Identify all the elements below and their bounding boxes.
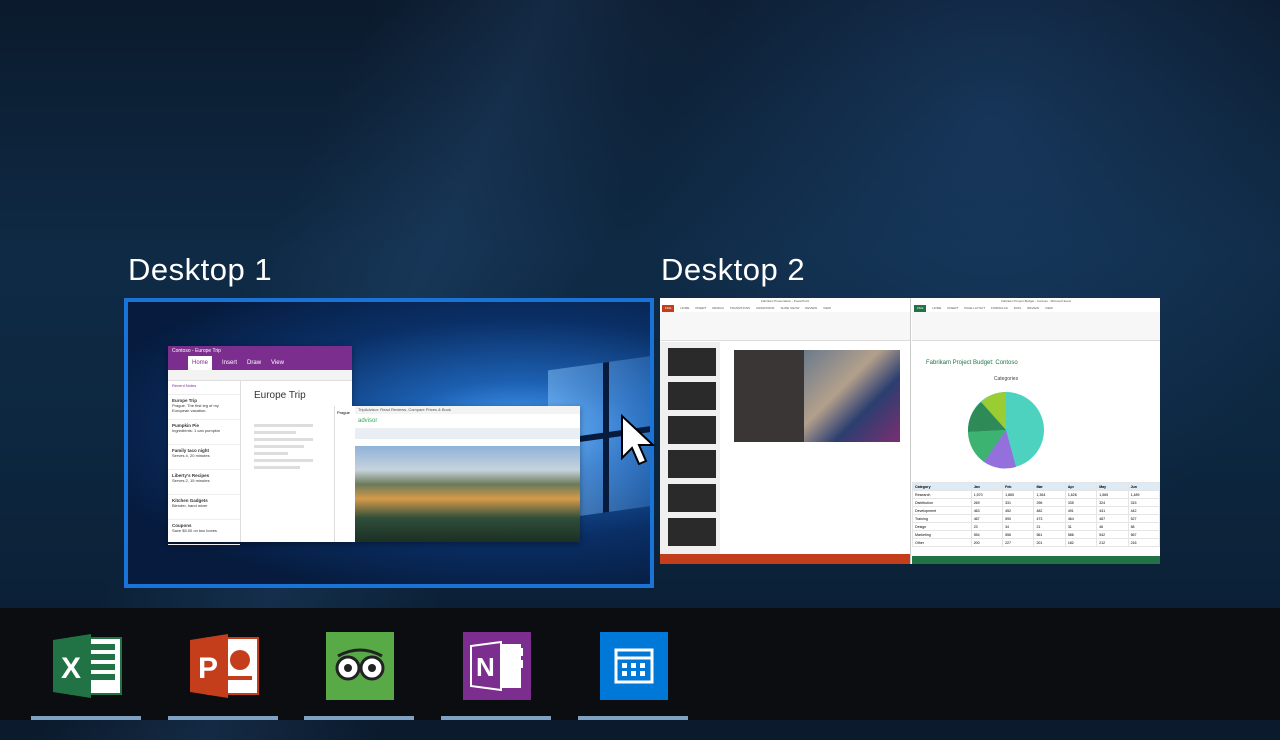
slide-thumb[interactable] [668,382,716,410]
desktop-1-label: Desktop 1 [128,252,273,287]
list-item[interactable]: Kitchen Gadgets Blender, hand mixer [168,495,240,520]
taskbar-excel[interactable]: X [31,622,141,720]
taskbar-tripadvisor[interactable] [304,622,414,720]
onenote-tab-draw[interactable]: Draw [247,356,261,370]
table-row: Training 467 590 473 464 487 527 [912,514,1160,523]
tab-animations[interactable]: ANIMATIONS [756,305,774,312]
desktop-2-thumbnail[interactable]: Fabrikam Presentation - PowerPoint FILE … [660,298,1160,564]
onenote-notes-list: Recent Notes Europe Trip Prague. The firs… [168,380,241,545]
pie-chart: Categories [926,376,1086,480]
city-photo [354,446,580,542]
excel-tabs: FILE HOME INSERT PAGE LAYOUT FORMULAS DA… [912,305,1160,312]
onenote-icon: N [463,632,531,700]
tab-slide-show[interactable]: SLIDE SHOW [780,305,799,312]
taskbar-underline [168,716,278,720]
slide-thumb[interactable] [668,518,716,546]
desktop-2-label: Desktop 2 [661,252,806,287]
table-row: Marketing 554 556 561 586 542 567 [912,530,1160,539]
onenote-window[interactable]: Contoso - Europe Trip Home Insert Draw V… [168,346,352,545]
excel-icon: X [53,634,122,698]
svg-text:N: N [476,652,495,682]
taskbar-powerpoint[interactable]: P [168,622,278,720]
search-bar[interactable] [354,429,580,439]
tab-data[interactable]: DATA [1014,305,1022,312]
onenote-title: Contoso - Europe Trip [168,346,352,356]
list-item[interactable]: Family taco night Serves 4, 20 minutes [168,445,240,470]
tab-view[interactable]: VIEW [1045,305,1053,312]
tab-design[interactable]: DESIGN [712,305,724,312]
table-row: Development 463 452 482 491 441 442 [912,506,1160,515]
taskbar-underline [441,716,551,720]
tab-formulas[interactable]: FORMULAS [991,305,1008,312]
powerpoint-icon: P [190,634,259,698]
onenote-ribbon: Home Insert Draw View [168,356,352,370]
browser-titlebar: TripAdvisor: Read Reviews, Compare Price… [354,406,580,414]
taskbar-calendar[interactable] [578,622,688,720]
tab-review[interactable]: REVIEW [805,305,817,312]
notes-header: Recent Notes [168,380,240,395]
excel-title: Fabrikam Project Budget - Contoso - Micr… [1001,299,1071,303]
slide-thumb[interactable] [668,450,716,478]
table-row: Research 1,570 1,865 1,364 1,626 1,565 1,489 [912,490,1160,499]
taskbar-underline [31,716,141,720]
tab-file[interactable]: FILE [662,305,675,312]
mouse-cursor-icon [621,414,656,466]
powerpoint-title: Fabrikam Presentation - PowerPoint [660,298,910,305]
slide-main [734,350,900,442]
taskbar-onenote[interactable]: N [441,622,551,720]
prague-label: Prague [337,410,350,415]
svg-text:P: P [198,652,218,685]
taskbar: X P N [0,608,1280,720]
slide-thumb[interactable] [668,484,716,512]
powerpoint-tabs: FILE HOME INSERT DESIGN TRANSITIONS ANIM… [660,305,910,312]
table-row: Distribution 269 331 296 335 324 315 [912,498,1160,507]
table-row: Design 23 34 21 31 46 58 [912,522,1160,531]
tripadvisor-brand: advisor [354,414,580,429]
slide-thumb[interactable] [668,416,716,444]
svg-text:X: X [61,652,81,685]
excel-window[interactable]: Fabrikam Project Budget - Contoso - Micr… [912,298,1160,564]
slide-thumbnails [660,342,720,554]
slide-thumb[interactable] [668,348,716,376]
tab-file[interactable]: FILE [914,305,927,312]
taskbar-underline [578,716,688,720]
tab-home[interactable]: HOME [932,305,941,312]
table-row: Other 200 227 201 182 212 216 [912,538,1160,547]
budget-table: Category Jan Feb Mar Apr May Jun Research 1,570… [912,482,1160,547]
excel-statusbar [912,556,1160,564]
onenote-tab-insert[interactable]: Insert [222,356,237,370]
excel-ribbon [912,312,1160,341]
tripadvisor-window[interactable]: TripAdvisor: Read Reviews, Compare Price… [354,406,580,542]
tab-home[interactable]: HOME [680,305,689,312]
onenote-page-title: Europe Trip [254,390,306,401]
tripadvisor-owl-icon [326,632,394,700]
slide-photo [804,350,900,442]
powerpoint-window[interactable]: Fabrikam Presentation - PowerPoint FILE … [660,298,911,564]
list-item[interactable]: Coupons Save $5.00 on two boxes [168,520,240,545]
list-item[interactable]: Europe Trip Prague. The first leg of my E… [168,395,240,420]
tab-insert[interactable]: INSERT [695,305,706,312]
tab-view[interactable]: VIEW [823,305,831,312]
list-item[interactable]: Liberty's Recipes Serves 2, 15 minutes [168,470,240,495]
sheet-heading: Fabrikam Project Budget: Contoso [926,360,1018,366]
tab-insert[interactable]: INSERT [947,305,958,312]
calendar-icon [600,632,668,700]
onenote-tab-view[interactable]: View [271,356,284,370]
tab-review[interactable]: REVIEW [1027,305,1039,312]
onenote-tab-home[interactable]: Home [188,356,213,370]
tab-page-layout[interactable]: PAGE LAYOUT [964,305,985,312]
powerpoint-ribbon [660,312,910,341]
list-item[interactable]: Pumpkin Pie Ingredients: 1 can pumpkin [168,420,240,445]
powerpoint-statusbar [660,554,910,564]
onenote-page-content [254,424,338,473]
tab-transitions[interactable]: TRANSITIONS [730,305,750,312]
prague-panel: Prague [334,406,355,542]
desktop-1-thumbnail[interactable]: Contoso - Europe Trip Home Insert Draw V… [124,298,654,588]
taskbar-underline [304,716,414,720]
